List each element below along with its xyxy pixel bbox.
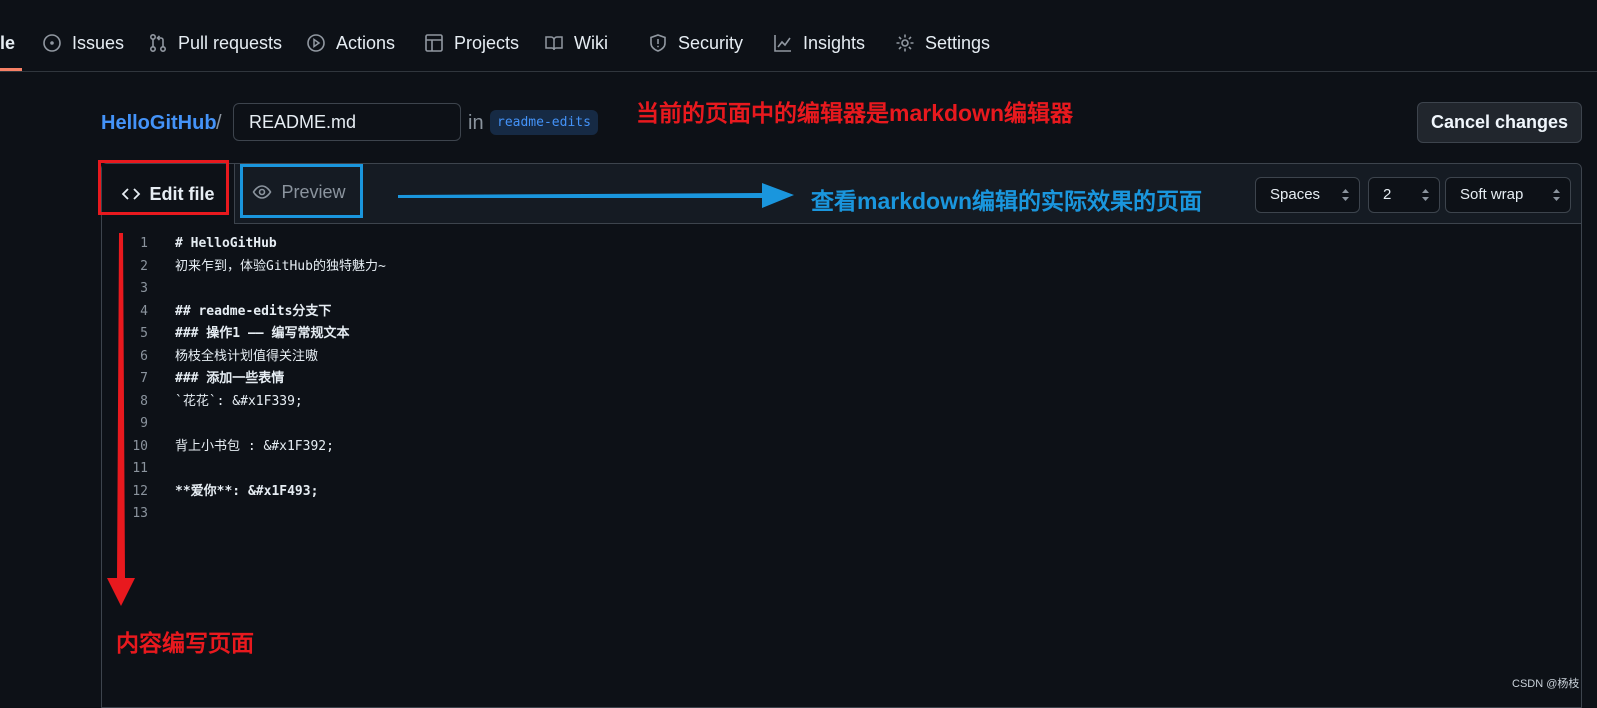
filename-input[interactable]: README.md [233,103,461,141]
nav-item-wiki[interactable]: Wiki [544,22,608,64]
nav-item-label: Projects [454,32,520,53]
code-line[interactable]: 8 `花花`: &#x1F339; [102,391,1502,413]
line-number: 10 [132,438,148,454]
line-text: 初来乍到，体验GitHub的独特魅力~ [175,258,386,274]
in-label: in [468,112,484,134]
nav-item-label: le [0,32,16,53]
annotation-top: 当前的页面中的编辑器是markdown编辑器 [636,100,1074,126]
pull-request-icon [149,33,167,53]
gear-icon [896,34,914,52]
code-line[interactable]: 1 # HelloGitHub [102,233,1502,255]
line-number: 6 [140,348,148,364]
line-text: 杨枝全栈计划值得关注嗷 [175,348,319,364]
code-line[interactable]: 7 ### 添加一些表情 [102,368,1502,390]
preview-tab-highlight-box [240,164,363,218]
nav-item-label: Wiki [574,32,608,53]
wrap-mode-select[interactable]: Soft wrap [1445,177,1571,213]
edit-tab-highlight-box [98,160,229,215]
line-text: ### 操作1 —— 编写常规文本 [175,326,350,341]
nav-item-label: Insights [803,32,866,53]
nav-item-code[interactable]: le [0,22,15,64]
repo-link[interactable]: HelloGitHub [101,112,217,135]
nav-item-label: Settings [925,32,991,53]
nav-item-actions[interactable]: Actions [306,22,395,64]
nav-item-pull-requests[interactable]: Pull requests [148,22,282,64]
indent-size-select[interactable]: 2 [1368,177,1440,213]
nav-item-label: Security [678,32,744,53]
nav-item-security[interactable]: Security [648,22,743,64]
file-editor: Edit file Preview Spaces 2 Soft wrap 1 # … [101,163,1582,708]
graph-icon [774,35,791,52]
nav-item-settings[interactable]: Settings [895,22,990,64]
breadcrumb-separator: / [216,112,222,134]
line-number: 11 [132,461,148,476]
active-tab-underline [0,68,22,71]
code-line[interactable]: 9 [102,413,1502,435]
nav-item-label: Pull requests [178,32,283,53]
line-text: # HelloGitHub [175,236,277,251]
annotation-preview: 查看markdown编辑的实际效果的页面 [811,188,1203,214]
repo-nav: le Issues Pull requests Actions Projects… [0,0,1597,72]
line-text: 背上小书包 : &#x1F392; [175,438,334,454]
line-text: ### 添加一些表情 [175,371,285,386]
line-number: 12 [132,483,148,499]
line-text: ## readme-edits分支下 [175,303,332,319]
nav-item-issues[interactable]: Issues [42,22,124,64]
line-text: **爱你**: &#x1F493; [175,483,319,499]
annotation-content: 内容编写页面 [116,630,254,656]
line-text: `花花`: &#x1F339; [175,393,303,409]
table-icon [425,34,443,52]
nav-item-projects[interactable]: Projects [424,22,519,64]
select-value: Soft wrap [1460,186,1524,203]
line-number: 3 [140,281,148,296]
select-value: 2 [1383,186,1392,203]
issue-circle-icon [43,34,61,52]
select-caret-icon [1422,189,1429,201]
code-line[interactable]: 12 **爱你**: &#x1F493; [102,481,1502,503]
code-line[interactable]: 10 背上小书包 : &#x1F392; [102,436,1502,458]
line-number: 5 [140,326,148,341]
select-caret-icon [1342,189,1349,201]
line-number: 4 [140,303,148,319]
line-number: 7 [140,371,148,386]
book-icon [545,36,563,51]
line-number: 9 [140,416,148,431]
line-number: 13 [132,506,148,521]
code-line[interactable]: 13 [102,503,1502,525]
nav-item-label: Actions [336,32,396,53]
indent-mode-select[interactable]: Spaces [1255,177,1360,213]
code-line[interactable]: 11 [102,458,1502,480]
play-circle-icon [307,34,325,52]
select-caret-icon [1553,189,1560,201]
shield-icon [650,34,666,52]
code-line[interactable]: 5 ### 操作1 —— 编写常规文本 [102,323,1502,345]
select-value: Spaces [1270,186,1321,203]
code-line[interactable]: 2 初来乍到，体验GitHub的独特魅力~ [102,256,1502,278]
line-number: 2 [140,258,148,274]
line-number: 1 [140,236,148,251]
watermark: CSDN @杨枝 [1512,678,1580,690]
branch-badge: readme-edits [490,110,598,135]
code-line[interactable]: 3 [102,278,1502,300]
code-line[interactable]: 4 ## readme-edits分支下 [102,301,1502,323]
nav-item-insights[interactable]: Insights [773,22,865,64]
line-number: 8 [140,393,148,409]
cancel-changes-button[interactable]: Cancel changes [1417,102,1582,143]
nav-item-label: Issues [72,32,125,53]
code-line[interactable]: 6 杨枝全栈计划值得关注嗷 [102,346,1502,368]
